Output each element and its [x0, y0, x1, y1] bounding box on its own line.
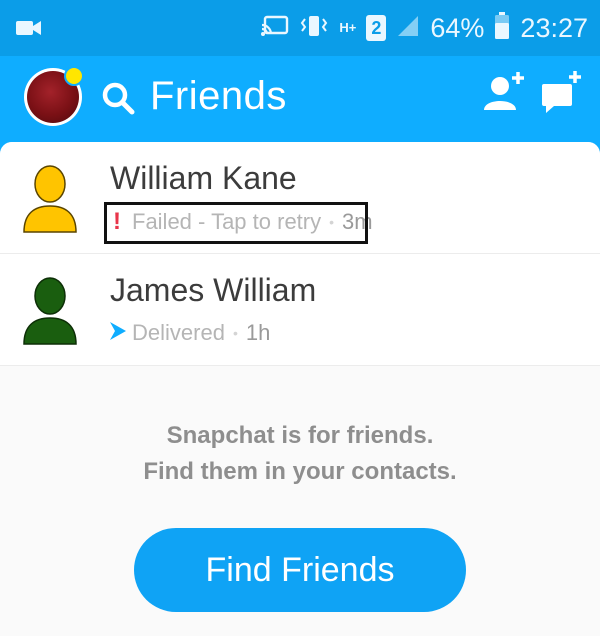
- empty-state-line-1: Snapchat is for friends.: [166, 422, 434, 449]
- friend-status: Delivered • 1h: [110, 320, 270, 346]
- status-time: 3m: [342, 209, 373, 234]
- separator-dot: •: [329, 214, 335, 230]
- clock: 23:27: [520, 12, 588, 43]
- ghost-avatar-icon: [22, 162, 78, 238]
- status-text: Failed - Tap to retry: [132, 209, 322, 234]
- app-root: H+ 2 64% 23:27 Friends William Kane ! Fa…: [0, 0, 600, 636]
- status-icons: H+ 2 64% 23:27: [261, 8, 588, 48]
- video-camera-icon: [16, 18, 42, 42]
- delivered-arrow-icon: [110, 320, 126, 346]
- empty-state-line-2: Find them in your contacts.: [143, 458, 457, 485]
- new-chat-icon[interactable]: [540, 70, 584, 118]
- status-text: Delivered: [132, 320, 225, 345]
- add-friend-icon[interactable]: [482, 70, 528, 118]
- vibrate-icon: [299, 14, 329, 42]
- cast-icon: [261, 15, 289, 41]
- friend-row-james-william[interactable]: James William Delivered • 1h: [0, 254, 600, 366]
- sim-indicator: 2: [366, 15, 387, 41]
- friends-list-panel: William Kane ! Failed - Tap to retry • 3…: [0, 142, 600, 636]
- header: Friends: [0, 56, 600, 142]
- find-friends-button[interactable]: Find Friends: [134, 528, 466, 612]
- ghost-avatar-icon: [22, 274, 78, 350]
- empty-state-message: Snapchat is for friends. Find them in yo…: [0, 418, 600, 490]
- status-bar: H+ 2 64% 23:27: [0, 0, 600, 56]
- status-time: 1h: [245, 320, 271, 345]
- friend-status: ! Failed - Tap to retry • 3m: [110, 208, 373, 236]
- battery-icon: [494, 12, 510, 44]
- page-title: Friends: [150, 74, 287, 118]
- battery-percent: 64%: [430, 12, 485, 43]
- signal-icon: [396, 14, 420, 42]
- exclamation-icon: !: [113, 208, 121, 235]
- network-type-label: H+: [339, 20, 357, 35]
- separator-dot: •: [232, 325, 238, 341]
- friend-name: James William: [110, 272, 317, 308]
- friend-row-william-kane[interactable]: William Kane ! Failed - Tap to retry • 3…: [0, 142, 600, 254]
- avatar[interactable]: [24, 66, 84, 126]
- notification-dot: [64, 66, 84, 86]
- friend-name: William Kane: [110, 160, 297, 196]
- search-icon[interactable]: [100, 80, 136, 120]
